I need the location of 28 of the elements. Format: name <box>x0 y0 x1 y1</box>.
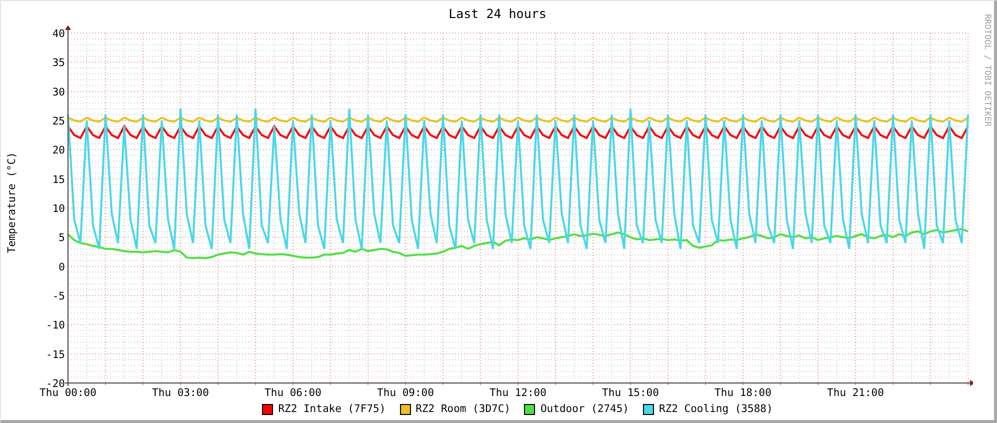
legend-label: RZ2 Room (3D7C) <box>416 403 510 415</box>
y-tick-label: 10 <box>52 203 65 215</box>
chart-title: Last 24 hours <box>448 6 546 23</box>
x-tick-label: Thu 06:00 <box>264 387 322 399</box>
y-tick-label: 40 <box>52 28 65 40</box>
y-tick-label: 30 <box>52 86 65 98</box>
x-tick-label: Thu 15:00 <box>602 387 659 399</box>
x-tick-label: Thu 00:00 <box>40 387 96 399</box>
y-tick-label: 25 <box>52 116 65 128</box>
legend-label: RZ2 Cooling (3588) <box>659 403 773 415</box>
y-tick-label: -20 <box>46 378 65 390</box>
y-tick-label: -5 <box>52 290 65 302</box>
y-tick-label: 35 <box>52 57 65 70</box>
x-tick-label: Thu 18:00 <box>714 387 772 399</box>
y-tick-label: 15 <box>52 174 65 186</box>
y-tick-label: -10 <box>46 320 65 332</box>
legend-label: Outdoor (2745) <box>540 403 629 415</box>
x-tick-label: Thu 12:00 <box>490 387 546 399</box>
y-tick-label: 0 <box>58 261 65 274</box>
y-tick-label: 5 <box>58 232 65 244</box>
legend-label: RZ2 Intake (7F75) <box>278 403 386 415</box>
x-tick-label: Thu 21:00 <box>827 387 884 399</box>
x-tick-label: Thu 03:00 <box>152 387 209 399</box>
y-tick-label: 20 <box>52 144 65 157</box>
y-tick-label: -15 <box>46 348 65 361</box>
x-tick-label: Thu 09:00 <box>377 387 434 399</box>
y-axis-label: Temperature (°C) <box>6 152 18 254</box>
watermark-text: RRDTOOL / TOBI OETIKER <box>982 14 992 127</box>
